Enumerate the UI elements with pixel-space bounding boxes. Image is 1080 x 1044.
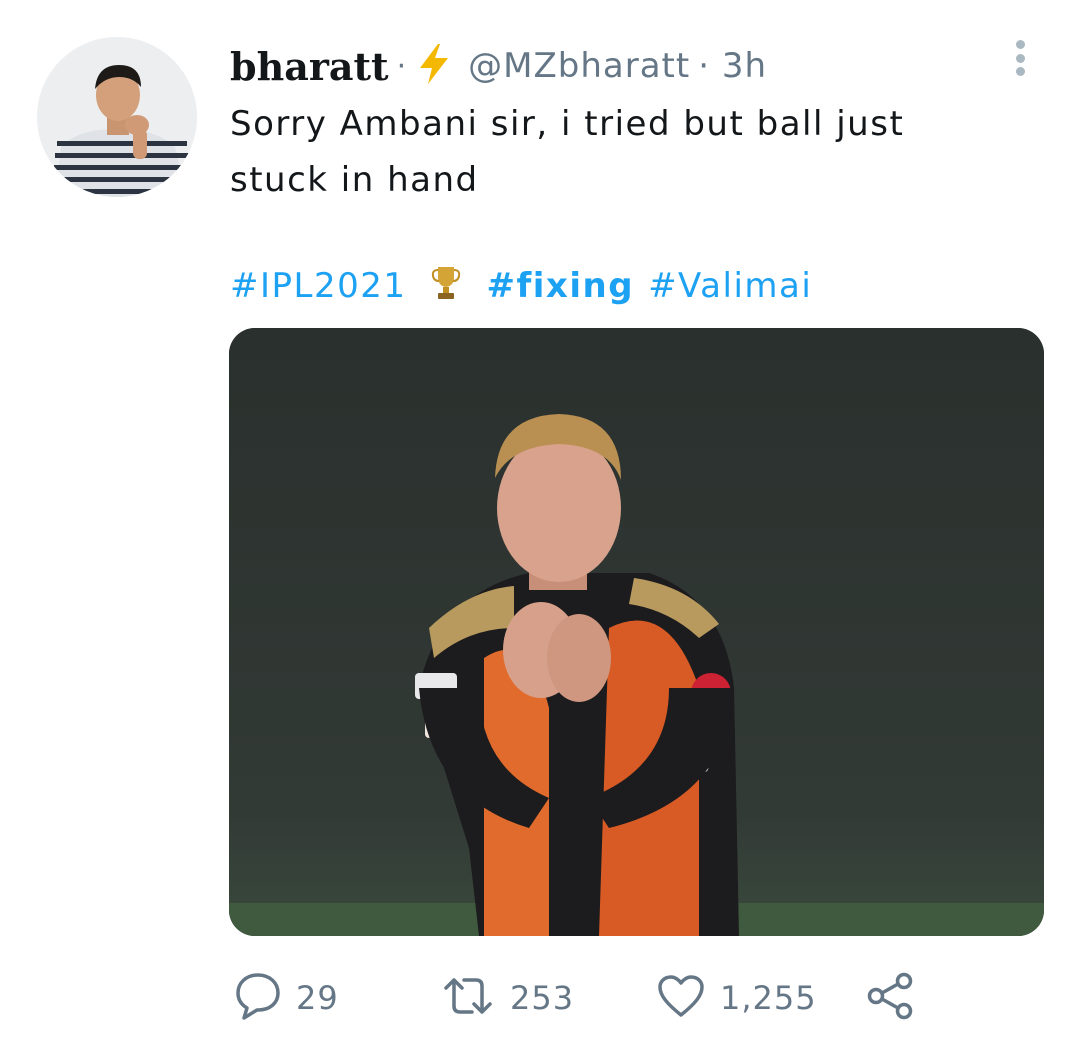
tweet-text-line-1: Sorry Ambani sir, i tried but ball just	[230, 104, 905, 144]
hashtag-ipl2021[interactable]: #IPL2021	[230, 266, 407, 306]
tweet-media-image[interactable]	[229, 328, 1044, 936]
tweet-text: Sorry Ambani sir, i tried but ball just …	[230, 96, 1030, 208]
lightning-bolt-icon	[416, 42, 452, 90]
tweet-actions: 29 253 1,255	[0, 966, 1080, 1030]
name-separator: ·	[396, 48, 407, 84]
reply-count: 29	[296, 979, 339, 1017]
tweet-text-line-2: stuck in hand	[230, 160, 479, 200]
share-icon	[866, 971, 916, 1025]
heart-icon	[656, 973, 706, 1023]
share-button[interactable]	[866, 966, 916, 1030]
tweet-header: bharatt · @MZbharatt · 3h	[230, 38, 767, 94]
trophy-icon	[431, 263, 461, 310]
cricket-player-photo	[229, 328, 1044, 936]
avatar-image	[37, 37, 197, 197]
hashtag-line: #IPL2021 #fixing #Valimai	[230, 258, 812, 314]
retweet-icon	[440, 974, 496, 1022]
author-avatar[interactable]	[37, 37, 197, 197]
author-handle[interactable]: @MZbharatt	[468, 46, 690, 86]
like-count: 1,255	[720, 979, 817, 1017]
like-button[interactable]: 1,255	[656, 966, 817, 1030]
tweet-timestamp[interactable]: · 3h	[698, 46, 767, 86]
retweet-button[interactable]: 253	[440, 966, 574, 1030]
more-vertical-icon[interactable]	[1012, 40, 1028, 76]
reply-button[interactable]: 29	[234, 966, 339, 1030]
author-name[interactable]: bharatt	[230, 44, 389, 89]
hashtag-valimai[interactable]: #Valimai	[648, 266, 812, 306]
hashtag-fixing[interactable]: #fixing	[487, 266, 635, 306]
reply-icon	[234, 970, 282, 1026]
retweet-count: 253	[510, 979, 575, 1017]
